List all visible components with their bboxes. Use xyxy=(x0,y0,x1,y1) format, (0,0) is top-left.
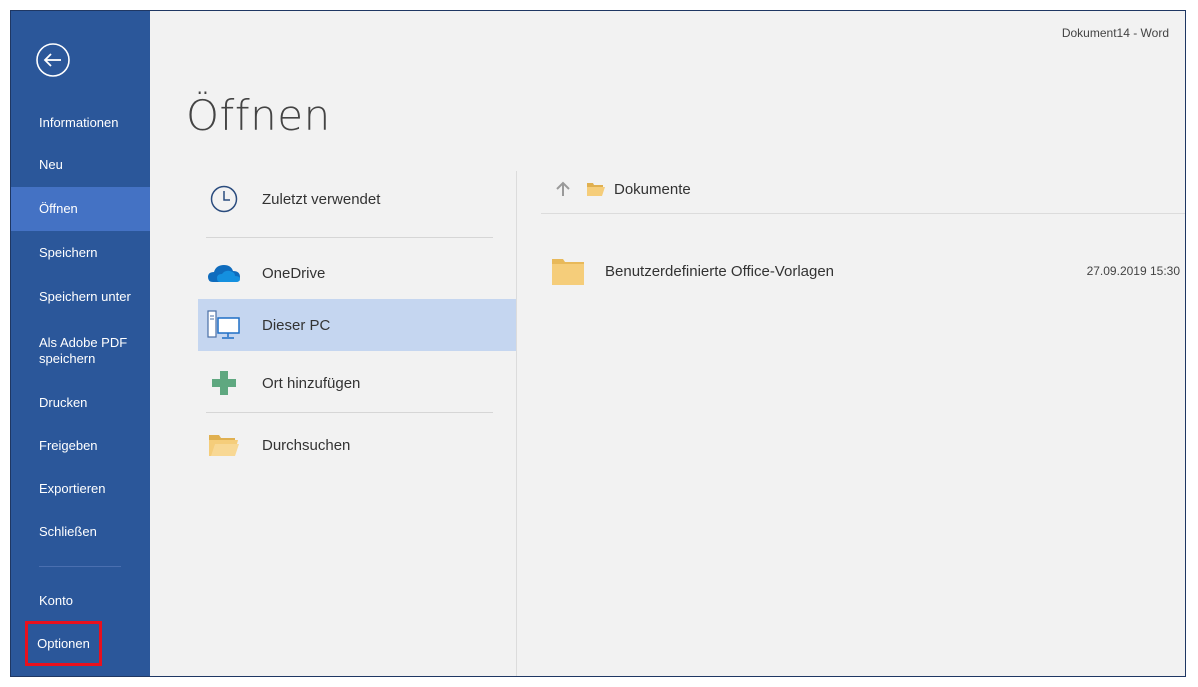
file-date: 27.09.2019 15:30 xyxy=(1086,264,1180,278)
nav-label: Optionen xyxy=(37,636,90,651)
location-this-pc[interactable]: Dieser PC xyxy=(198,299,516,351)
nav-label: Speichern unter xyxy=(39,289,131,304)
nav-konto[interactable]: Konto xyxy=(11,579,150,623)
back-button[interactable] xyxy=(34,41,72,79)
window-title: Dokument14 - Word xyxy=(1061,26,1169,40)
location-add-place[interactable]: Ort hinzufügen xyxy=(198,357,516,409)
cloud-icon xyxy=(206,255,242,291)
location-divider xyxy=(206,412,493,413)
nav-optionen[interactable]: Optionen xyxy=(25,621,102,666)
location-recent[interactable]: Zuletzt verwendet xyxy=(198,173,516,225)
nav-neu[interactable]: Neu xyxy=(11,143,150,187)
location-label: Zuletzt verwendet xyxy=(262,190,381,208)
folder-icon xyxy=(551,256,589,286)
location-label: Durchsuchen xyxy=(262,436,351,454)
location-label: Dieser PC xyxy=(262,316,331,334)
nav-drucken[interactable]: Drucken xyxy=(11,381,150,425)
nav-informationen[interactable]: Informationen xyxy=(11,101,150,145)
nav-exportieren[interactable]: Exportieren xyxy=(11,467,150,511)
files-divider xyxy=(541,213,1185,214)
open-folder-icon xyxy=(206,427,242,463)
nav-label: Freigeben xyxy=(39,438,98,453)
sidebar-divider xyxy=(39,566,121,567)
location-browse[interactable]: Durchsuchen xyxy=(198,419,516,471)
nav-label: Speichern xyxy=(39,245,98,260)
backstage-window: Informationen Neu Öffnen Speichern Speic… xyxy=(10,10,1186,677)
nav-label: Informationen xyxy=(39,115,119,130)
location-label: Ort hinzufügen xyxy=(262,374,361,392)
nav-label: Öffnen xyxy=(39,201,78,216)
nav-freigeben[interactable]: Freigeben xyxy=(11,424,150,468)
clock-icon xyxy=(206,181,242,217)
up-arrow-icon[interactable] xyxy=(556,181,570,197)
nav-label: Neu xyxy=(39,157,63,172)
nav-label: Drucken xyxy=(39,395,88,410)
nav-label: Als Adobe PDF speichern xyxy=(39,335,128,366)
nav-adobe-pdf[interactable]: Als Adobe PDF speichern xyxy=(11,327,150,375)
nav-speichern[interactable]: Speichern xyxy=(11,231,150,275)
location-onedrive[interactable]: OneDrive xyxy=(198,247,516,299)
file-name: Benutzerdefinierte Office-Vorlagen xyxy=(605,262,835,280)
breadcrumb-folder[interactable]: Dokumente xyxy=(614,181,691,198)
plus-icon xyxy=(206,365,242,401)
nav-label: Exportieren xyxy=(39,481,106,496)
nav-label: Konto xyxy=(39,593,73,608)
nav-label: Schließen xyxy=(39,524,97,539)
nav-oeffnen[interactable]: Öffnen xyxy=(11,187,150,231)
nav-speichern-unter[interactable]: Speichern unter xyxy=(11,275,150,319)
folder-icon xyxy=(586,181,606,197)
breadcrumb: Dokumente xyxy=(556,176,691,202)
page-title: Öffnen xyxy=(186,91,331,140)
back-arrow-icon xyxy=(36,43,70,77)
column-divider xyxy=(516,171,517,676)
location-divider xyxy=(206,237,493,238)
backstage-sidebar: Informationen Neu Öffnen Speichern Speic… xyxy=(11,11,150,676)
computer-icon xyxy=(206,307,242,343)
location-label: OneDrive xyxy=(262,264,326,282)
nav-schliessen[interactable]: Schließen xyxy=(11,510,150,554)
file-row[interactable]: Benutzerdefinierte Office-Vorlagen 27.09… xyxy=(551,253,1181,289)
